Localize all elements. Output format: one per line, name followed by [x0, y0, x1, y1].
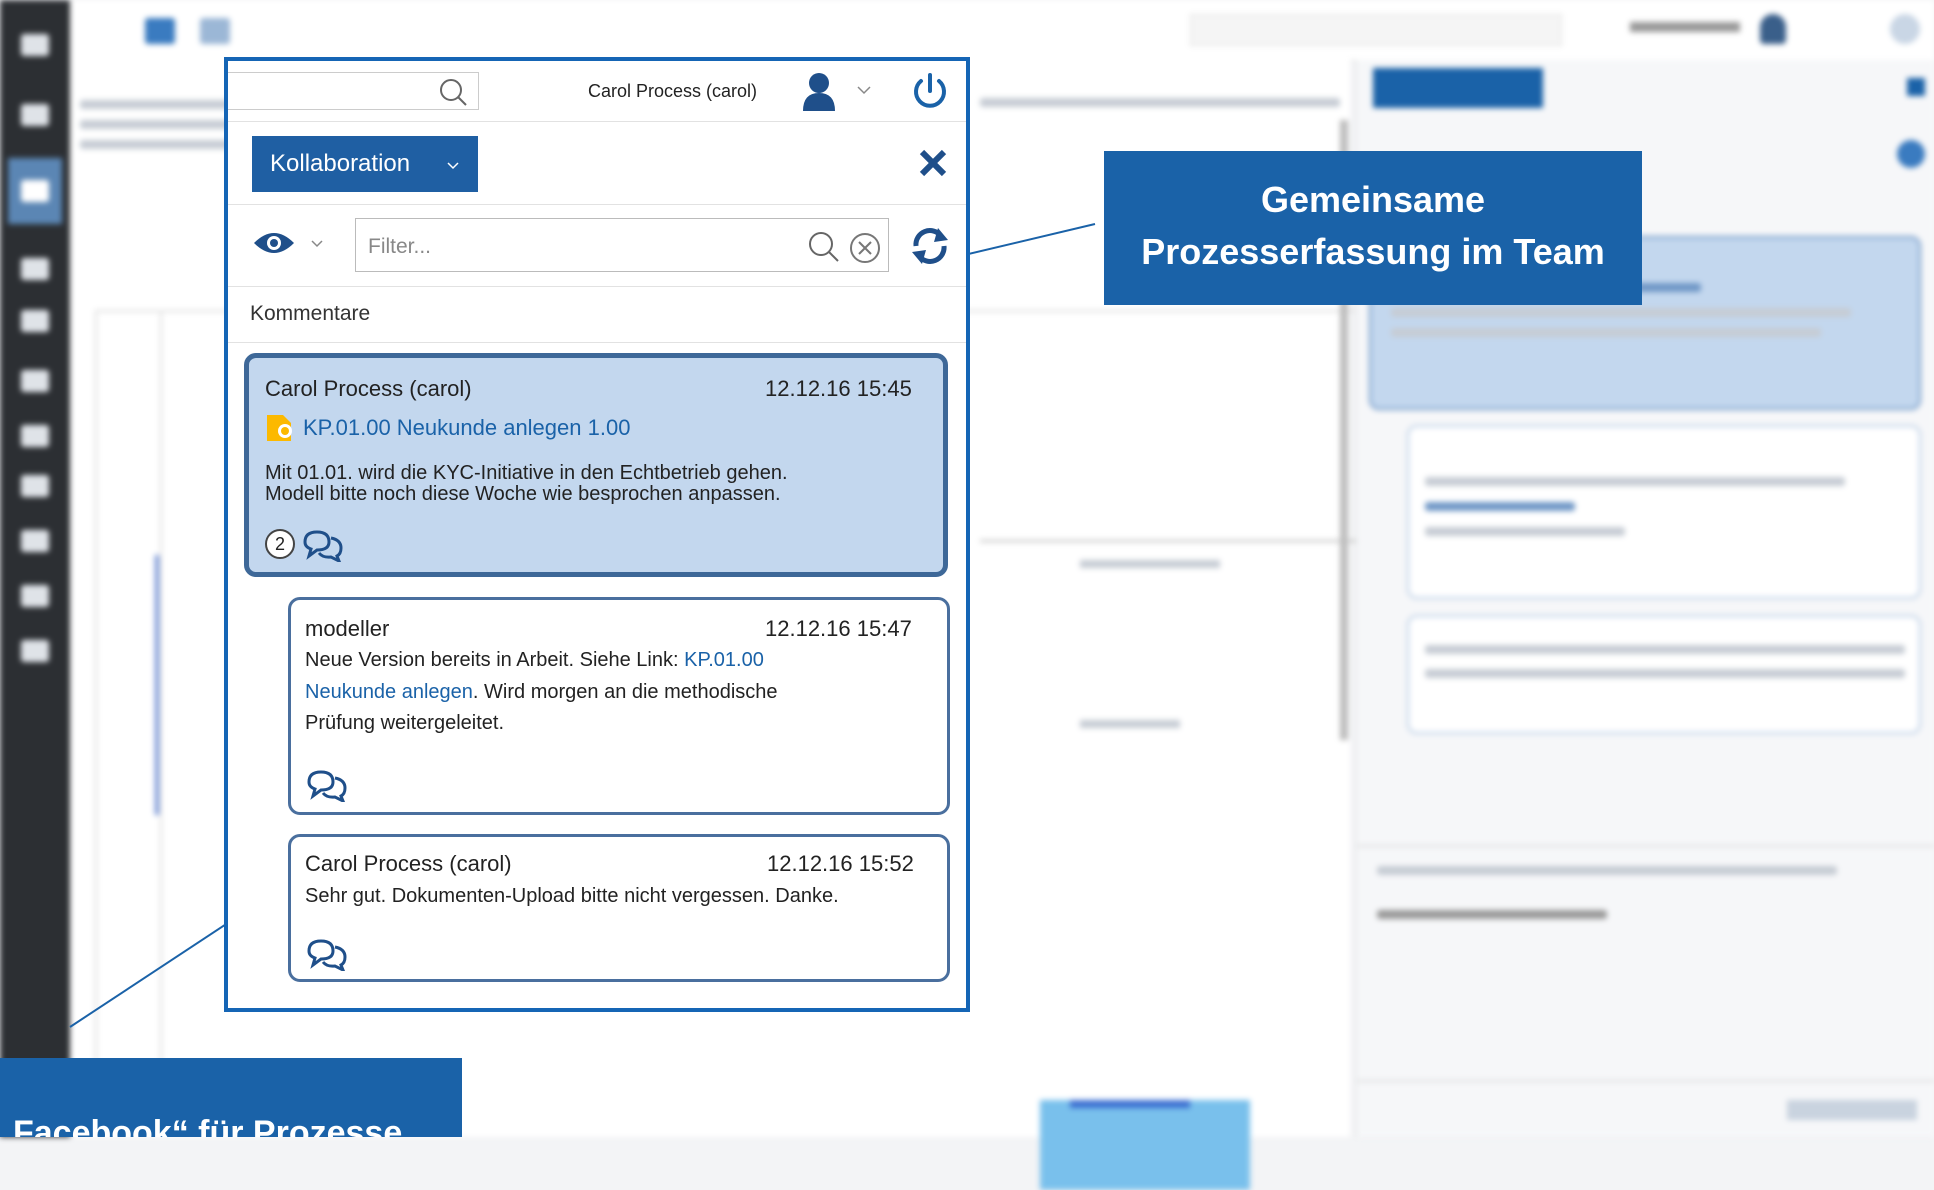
filter-input[interactable]: Filter... [355, 218, 889, 272]
chevron-down-icon [447, 162, 459, 170]
comment-icon[interactable] [305, 937, 349, 971]
user-name: Carol Process (carol) [588, 81, 758, 101]
comment-author: Carol Process (carol) [265, 376, 472, 401]
object-link[interactable]: KP.01.00 Neukunde anlegen 1.00 [303, 415, 630, 441]
close-icon[interactable] [918, 148, 948, 178]
comment-time: 12.12.16 15:47 [765, 616, 912, 641]
search-input[interactable] [228, 72, 479, 110]
comment-text: Prüfung weitergeleitet. [305, 712, 505, 734]
comment-text: Modell bitte noch diese Woche wie bespro… [265, 483, 781, 505]
callout-line: Prozesserfassung im Team [1141, 231, 1605, 272]
object-link[interactable]: KP.01.00 [684, 649, 764, 671]
chevron-down-icon[interactable] [856, 85, 872, 97]
collaboration-panel: Carol Process (carol) Kollaboration Filt… [224, 57, 970, 1012]
eye-icon[interactable] [252, 228, 296, 258]
comment-card[interactable]: Carol Process (carol) 12.12.16 15:45 KP.… [244, 353, 948, 577]
search-icon [440, 79, 467, 106]
callout-line: „Facebook“ für Prozesse [0, 1114, 403, 1137]
comment-author: Carol Process (carol) [305, 851, 512, 876]
comment-card[interactable]: modeller 12.12.16 15:47 Neue Version ber… [288, 597, 950, 815]
comment-icon[interactable] [301, 528, 345, 562]
comment-text: Mit 01.01. wird die KYC-Initiative in de… [265, 462, 788, 484]
comment-time: 12.12.16 15:52 [767, 851, 914, 876]
comment-card[interactable]: Carol Process (carol) 12.12.16 15:52 Seh… [288, 834, 950, 982]
team-callout: Gemeinsame Prozesserfassung im Team [1104, 151, 1642, 305]
clear-icon[interactable] [848, 231, 882, 265]
comment-text: Neue Version bereits in Arbeit. Siehe Li… [305, 649, 764, 671]
search-icon[interactable] [806, 229, 842, 265]
collab-dropdown-label: Kollaboration [270, 150, 411, 177]
comment-author: modeller [305, 616, 390, 641]
power-icon[interactable] [910, 71, 950, 111]
refresh-icon[interactable] [908, 224, 952, 268]
filter-placeholder: Filter... [368, 235, 432, 258]
user-icon[interactable] [801, 71, 837, 111]
panel-topbar: Carol Process (carol) [228, 61, 966, 122]
comment-text: Sehr gut. Dokumenten-Upload bitte nicht … [305, 885, 839, 907]
facebook-callout: „Facebook“ für Prozesse [0, 1058, 462, 1137]
collab-dropdown[interactable]: Kollaboration [252, 136, 478, 192]
document-icon [267, 415, 292, 441]
object-link[interactable]: Neukunde anlegen [305, 681, 473, 703]
callout-line: Gemeinsame [1260, 179, 1486, 220]
comment-icon[interactable] [305, 768, 349, 802]
comment-text: Neukunde anlegen. Wird morgen an die met… [305, 681, 778, 703]
reply-count-badge: 2 [265, 529, 295, 559]
section-title: Kommentare [250, 302, 371, 325]
chevron-down-icon[interactable] [310, 239, 324, 249]
comment-time: 12.12.16 15:45 [765, 376, 912, 401]
